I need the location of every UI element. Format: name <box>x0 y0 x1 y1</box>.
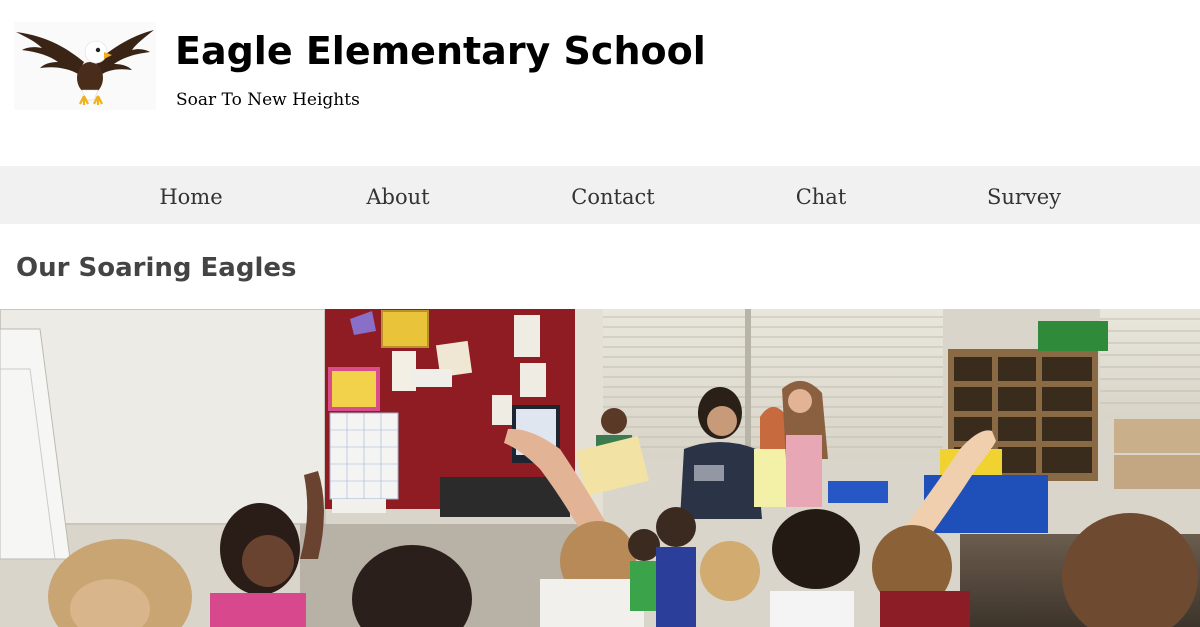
site-tagline: Soar To New Heights <box>176 90 360 110</box>
site-header: Eagle Elementary School Soar To New Heig… <box>0 0 1200 166</box>
nav-link-contact[interactable]: Contact <box>571 166 654 224</box>
nav-link-home[interactable]: Home <box>159 166 222 224</box>
eagle-logo-icon[interactable] <box>14 22 156 110</box>
nav-link-about[interactable]: About <box>366 166 429 224</box>
main-navigation: Home About Contact Chat Survey <box>0 166 1200 224</box>
section-title: Our Soaring Eagles <box>16 253 297 283</box>
nav-link-chat[interactable]: Chat <box>796 166 847 224</box>
classroom-photo <box>0 309 1200 627</box>
site-title: Eagle Elementary School <box>175 29 706 73</box>
nav-link-survey[interactable]: Survey <box>987 166 1061 224</box>
